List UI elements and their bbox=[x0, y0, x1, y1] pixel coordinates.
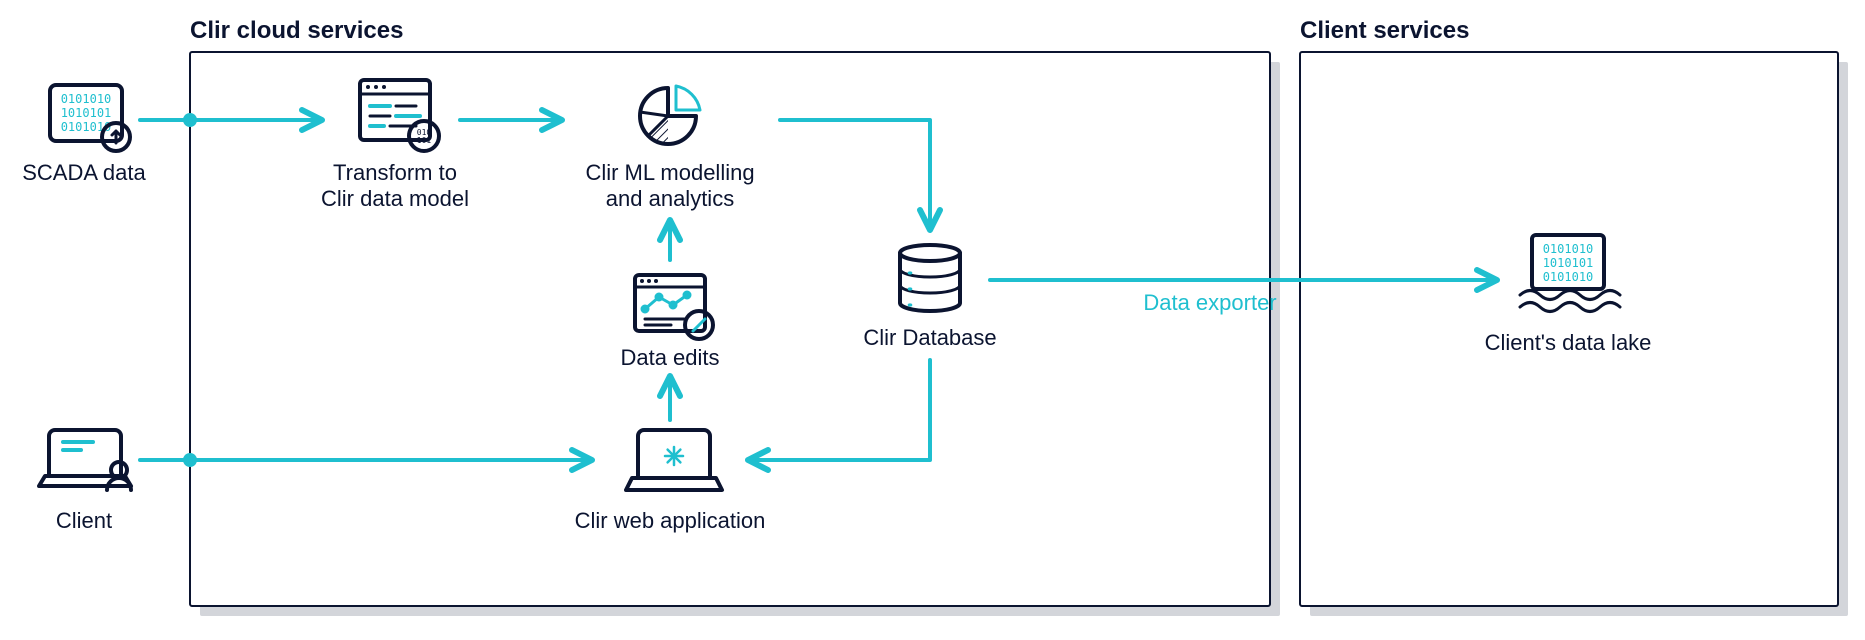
svg-text:1010101: 1010101 bbox=[61, 106, 112, 120]
edits-label: Data edits bbox=[620, 345, 719, 370]
lake-label: Client's data lake bbox=[1485, 330, 1652, 355]
ml-label-2: and analytics bbox=[606, 186, 734, 211]
transform-label-1: Transform to bbox=[333, 160, 457, 185]
client-services-header: Client services bbox=[1300, 17, 1469, 44]
svg-text:101: 101 bbox=[417, 136, 432, 145]
svg-text:0101010: 0101010 bbox=[61, 92, 112, 106]
ml-label-1: Clir ML modelling bbox=[585, 160, 754, 185]
client-icon bbox=[39, 430, 131, 490]
svg-text:0101010: 0101010 bbox=[1543, 242, 1594, 256]
cloud-header: Clir cloud services bbox=[190, 17, 403, 44]
svg-text:0101010: 0101010 bbox=[1543, 270, 1594, 284]
scada-data-icon: 0101010 1010101 0101010 bbox=[50, 85, 130, 151]
client-label: Client bbox=[56, 508, 112, 533]
transform-label-2: Clir data model bbox=[321, 186, 469, 211]
scada-label: SCADA data bbox=[22, 160, 146, 185]
client-frame bbox=[1300, 52, 1838, 606]
exporter-label: Data exporter bbox=[1143, 290, 1276, 315]
webapp-label: Clir web application bbox=[575, 508, 766, 533]
svg-text:1010101: 1010101 bbox=[1543, 256, 1594, 270]
database-label: Clir Database bbox=[863, 325, 996, 350]
